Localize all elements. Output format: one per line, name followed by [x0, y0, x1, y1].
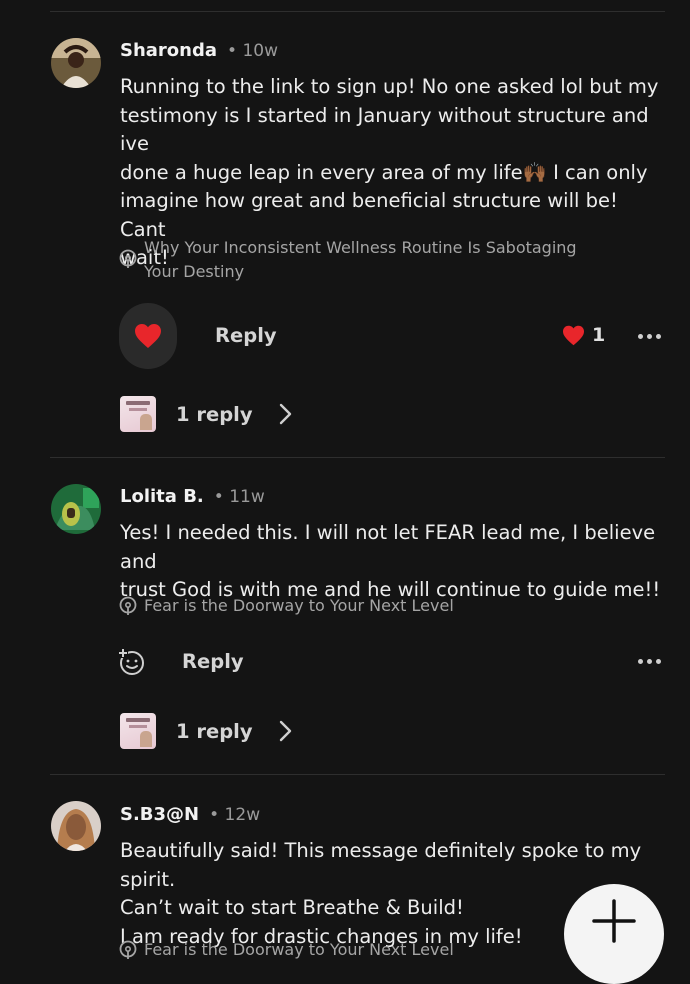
like-count[interactable]: 1 [562, 324, 605, 346]
divider [50, 11, 665, 12]
like-count-value: 1 [592, 324, 606, 346]
add-reaction-icon[interactable] [118, 648, 146, 676]
comment-header: S.B3@N • 12w [120, 804, 260, 825]
view-replies[interactable]: 1 reply [120, 713, 293, 749]
more-dots-icon[interactable] [638, 334, 661, 339]
message-bubble-icon [119, 596, 137, 615]
post-ref-line: Why Your Inconsistent Wellness Routine I… [144, 238, 577, 257]
reply-button[interactable]: Reply [215, 324, 277, 347]
author-name[interactable]: Lolita B. [120, 486, 204, 507]
comment-line: done a huge leap in every area of my lif… [120, 160, 648, 184]
message-bubble-icon [119, 940, 137, 959]
divider [50, 774, 665, 775]
comment-body: Yes! I needed this. I will not let FEAR … [120, 519, 665, 605]
comment-line: testimony is I started in January withou… [120, 103, 649, 156]
heart-icon [135, 324, 161, 348]
chevron-right-icon [279, 403, 291, 425]
reply-button[interactable]: Reply [182, 650, 244, 673]
post-ref-line: Your Destiny [144, 262, 245, 281]
reply-thumbnail [120, 713, 156, 749]
comment-header: Sharonda • 10w [120, 40, 278, 61]
post-reference[interactable]: Fear is the Doorway to Your Next Level [118, 594, 454, 618]
timestamp: • 10w [227, 41, 278, 61]
timestamp: • 11w [213, 487, 265, 507]
plus-icon [592, 899, 636, 943]
comment-line: Beautifully said! This message definitel… [120, 839, 642, 891]
chevron-right-icon [279, 720, 291, 742]
author-name[interactable]: S.B3@N [120, 804, 199, 825]
reply-thumbnail [120, 396, 156, 432]
avatar[interactable] [51, 484, 101, 534]
new-comment-button[interactable] [564, 884, 664, 984]
message-bubble-icon [119, 249, 137, 268]
post-ref-line: Fear is the Doorway to Your Next Level [144, 596, 454, 615]
comment-line: Yes! I needed this. I will not let FEAR … [120, 521, 656, 573]
post-reference[interactable]: Fear is the Doorway to Your Next Level [118, 938, 454, 962]
comment-header: Lolita B. • 11w [120, 486, 265, 507]
reply-count: 1 reply [176, 719, 253, 743]
heart-icon [563, 325, 584, 345]
more-dots-icon[interactable] [638, 659, 661, 664]
avatar[interactable] [51, 38, 101, 88]
post-ref-line: Fear is the Doorway to Your Next Level [144, 940, 454, 959]
avatar[interactable] [51, 801, 101, 851]
author-name[interactable]: Sharonda [120, 40, 217, 61]
view-replies[interactable]: 1 reply [120, 396, 293, 432]
timestamp: • 12w [209, 805, 261, 825]
divider [50, 457, 665, 458]
comment-line: Running to the link to sign up! No one a… [120, 75, 659, 98]
post-reference[interactable]: Why Your Inconsistent Wellness Routine I… [118, 236, 577, 284]
reply-count: 1 reply [176, 402, 253, 426]
like-button[interactable] [119, 303, 177, 369]
